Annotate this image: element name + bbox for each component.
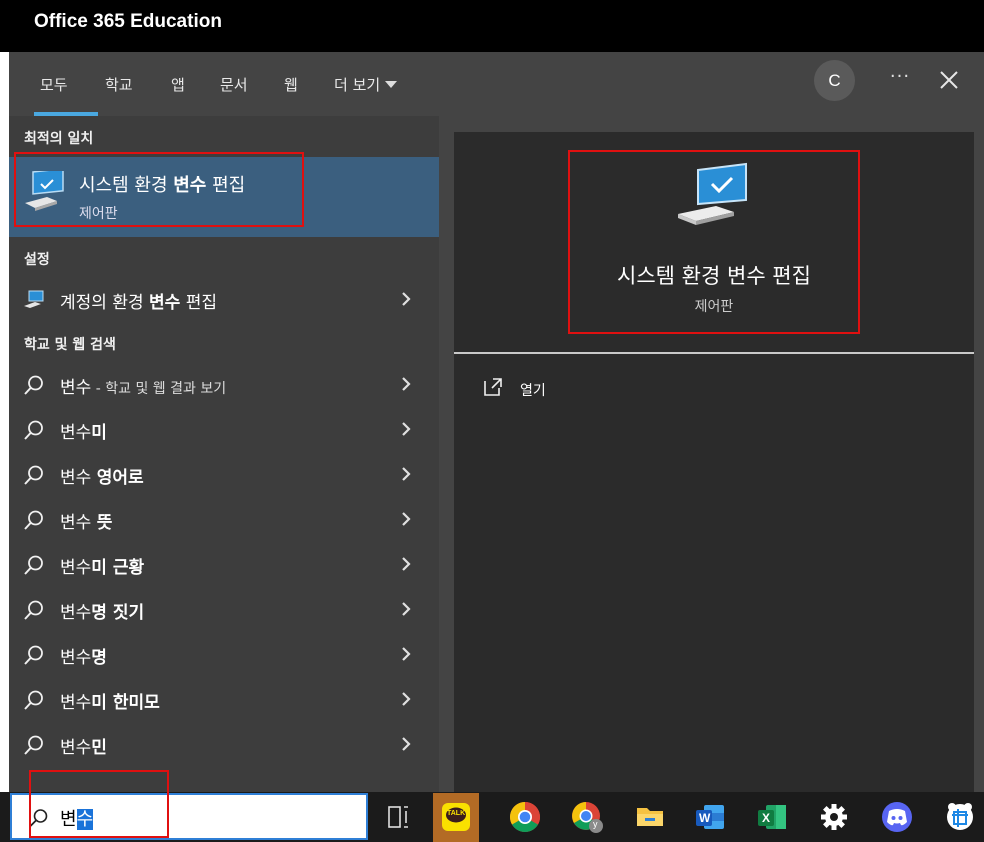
file-explorer-button[interactable] bbox=[628, 795, 672, 839]
web-result-label: 변수명 bbox=[60, 648, 107, 668]
web-result-item[interactable]: 변수 뜻 bbox=[9, 497, 439, 542]
app-title: Office 365 Education bbox=[34, 11, 222, 32]
search-icon bbox=[24, 735, 43, 755]
close-icon bbox=[940, 71, 958, 89]
web-result-label: 변수 - 학교 및 웹 결과 보기 bbox=[60, 378, 227, 398]
web-result-item[interactable]: 변수명 짓기 bbox=[9, 587, 439, 632]
computer-small-icon bbox=[23, 290, 45, 314]
discord-button[interactable] bbox=[875, 795, 919, 839]
open-external-icon bbox=[484, 378, 502, 396]
file-explorer-icon bbox=[637, 808, 663, 826]
discord-icon bbox=[882, 802, 912, 832]
chevron-right-icon bbox=[402, 692, 411, 706]
tab-school[interactable]: 학교 bbox=[105, 74, 133, 95]
search-query-value: 변수 bbox=[60, 809, 94, 830]
settings-button[interactable] bbox=[812, 795, 856, 839]
web-result-item[interactable]: 변수민 bbox=[9, 722, 439, 767]
capture-app-icon bbox=[947, 803, 973, 830]
web-result-label: 변수민 bbox=[60, 738, 107, 758]
best-match-subtitle: 제어판 bbox=[79, 206, 118, 222]
search-icon bbox=[24, 465, 43, 485]
task-view-button[interactable] bbox=[376, 795, 420, 839]
section-settings: 설정 bbox=[24, 252, 50, 268]
word-button[interactable]: W bbox=[688, 795, 732, 839]
chevron-right-icon bbox=[402, 292, 411, 306]
task-view-icon bbox=[388, 806, 408, 828]
search-icon bbox=[24, 375, 43, 395]
search-icon bbox=[29, 809, 48, 827]
computer-icon bbox=[23, 167, 67, 217]
web-result-item[interactable]: 변수명 bbox=[9, 632, 439, 677]
chevron-right-icon bbox=[402, 422, 411, 436]
detail-app-subtitle: 제어판 bbox=[694, 299, 734, 315]
open-action-label: 열기 bbox=[520, 383, 546, 399]
detail-app-name: 시스템 환경 변수 편집 bbox=[617, 264, 811, 288]
best-match-name: 시스템 환경 변수 편집 bbox=[79, 175, 246, 196]
chrome-button[interactable] bbox=[503, 795, 547, 839]
taskbar-search-input[interactable]: 변수 bbox=[10, 793, 368, 840]
chrome-icon bbox=[509, 802, 541, 833]
search-tabs: 모두 학교 앱 문서 웹 더 보기 C ··· bbox=[9, 52, 984, 116]
tab-web[interactable]: 웹 bbox=[284, 74, 298, 95]
chevron-right-icon bbox=[402, 377, 411, 391]
kakaotalk-icon bbox=[442, 803, 470, 831]
excel-button[interactable]: X bbox=[750, 795, 794, 839]
search-icon bbox=[24, 555, 43, 575]
chrome-profile-button[interactable]: y bbox=[566, 795, 610, 839]
word-letter: W bbox=[699, 811, 711, 825]
tab-more[interactable]: 더 보기 bbox=[334, 74, 398, 95]
search-icon bbox=[24, 645, 43, 665]
tab-all[interactable]: 모두 bbox=[40, 74, 68, 95]
settings-item-label: 계정의 환경 변수 편집 bbox=[60, 293, 217, 313]
tab-more-label: 더 보기 bbox=[334, 76, 381, 94]
settings-item-account-env[interactable]: 계정의 환경 변수 편집 bbox=[9, 277, 439, 322]
chevron-right-icon bbox=[402, 647, 411, 661]
best-match-item[interactable]: 시스템 환경 변수 편집 제어판 bbox=[9, 157, 439, 237]
settings-gear-icon bbox=[821, 804, 847, 830]
excel-icon bbox=[758, 805, 786, 829]
chevron-right-icon bbox=[402, 512, 411, 526]
chevron-right-icon bbox=[402, 602, 411, 616]
chrome-profile-icon bbox=[572, 802, 603, 833]
close-button[interactable] bbox=[937, 68, 961, 92]
search-icon bbox=[24, 600, 43, 620]
chevron-right-icon bbox=[402, 467, 411, 481]
web-result-label: 변수미 한미모 bbox=[60, 693, 160, 713]
web-result-label: 변수 뜻 bbox=[60, 513, 113, 533]
chevron-right-icon bbox=[402, 737, 411, 751]
section-web-search: 학교 및 웹 검색 bbox=[24, 337, 116, 353]
web-result-item[interactable]: 변수미 근황 bbox=[9, 542, 439, 587]
kakaotalk-button[interactable]: TALK bbox=[433, 793, 479, 842]
web-result-label: 변수 영어로 bbox=[60, 468, 144, 488]
detail-pane: 시스템 환경 변수 편집 제어판 열기 bbox=[454, 132, 974, 792]
search-icon bbox=[24, 690, 43, 710]
chevron-right-icon bbox=[402, 557, 411, 571]
excel-letter: X bbox=[762, 811, 771, 825]
capture-app-button[interactable] bbox=[938, 795, 982, 839]
user-avatar[interactable]: C bbox=[814, 60, 855, 101]
tab-apps[interactable]: 앱 bbox=[171, 74, 185, 95]
web-result-item[interactable]: 변수 영어로 bbox=[9, 452, 439, 497]
search-icon bbox=[24, 420, 43, 440]
web-result-label: 변수명 짓기 bbox=[60, 603, 145, 623]
more-options-button[interactable]: ··· bbox=[885, 64, 915, 94]
section-best-match: 최적의 일치 bbox=[24, 131, 94, 147]
web-result-label: 변수미 근황 bbox=[60, 558, 145, 578]
caret-down-icon bbox=[385, 81, 398, 88]
web-result-label: 변수미 bbox=[60, 423, 107, 443]
search-icon bbox=[24, 510, 43, 530]
chrome-profile-badge: y bbox=[593, 819, 598, 829]
tab-documents[interactable]: 문서 bbox=[220, 74, 248, 95]
web-result-item[interactable]: 변수미 한미모 bbox=[9, 677, 439, 722]
computer-large-icon bbox=[676, 162, 750, 230]
app-titlebar: Office 365 Education bbox=[0, 0, 984, 52]
web-result-item[interactable]: 변수 - 학교 및 웹 결과 보기 bbox=[9, 362, 439, 407]
detail-divider bbox=[454, 352, 974, 354]
kakaotalk-label: TALK bbox=[447, 810, 466, 817]
web-result-item[interactable]: 변수미 bbox=[9, 407, 439, 452]
